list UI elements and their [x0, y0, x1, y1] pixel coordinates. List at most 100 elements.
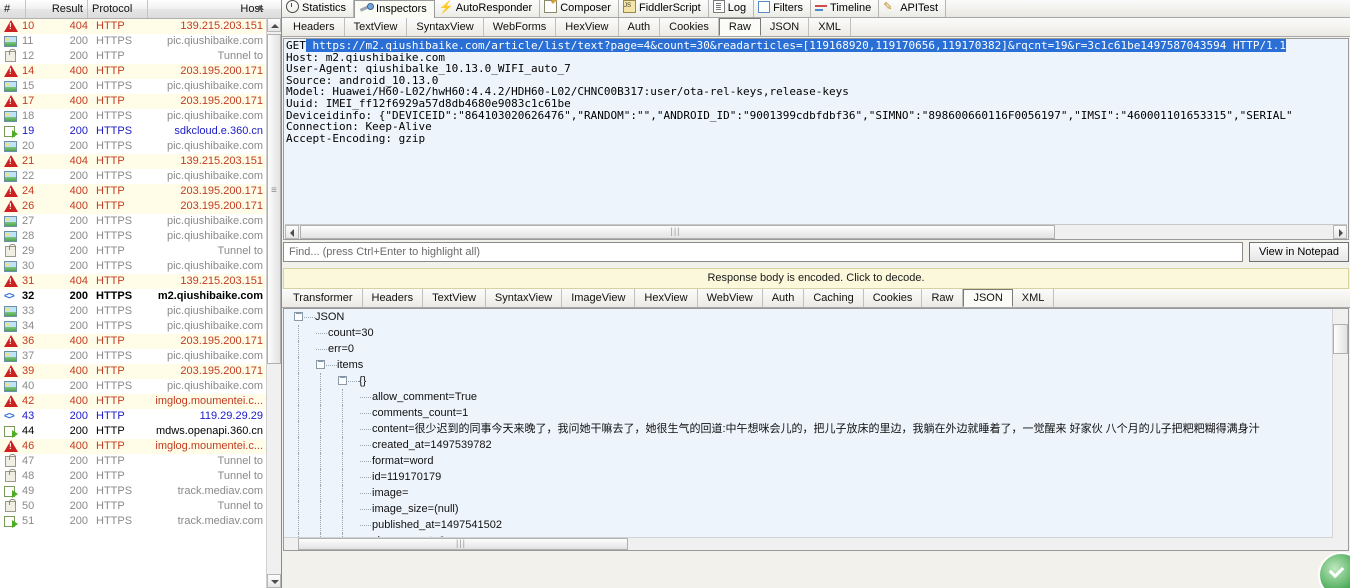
- request-tab-raw[interactable]: Raw: [718, 18, 761, 36]
- tab-log[interactable]: Log: [708, 0, 755, 17]
- table-row[interactable]: 18 200 HTTPS pic.qiushibaike.com: [0, 109, 267, 124]
- session-scroll-thumb[interactable]: [267, 34, 281, 364]
- table-row[interactable]: 19 200 HTTPS sdkcloud.e.360.cn: [0, 124, 267, 139]
- table-row[interactable]: 22 200 HTTPS pic.qiushibaike.com: [0, 169, 267, 184]
- tab-filters[interactable]: Filters: [754, 0, 812, 17]
- table-row[interactable]: 37 200 HTTPS pic.qiushibaike.com: [0, 349, 267, 364]
- table-row[interactable]: 28 200 HTTPS pic.qiushibaike.com: [0, 229, 267, 244]
- request-tab-syntaxview[interactable]: SyntaxView: [407, 18, 484, 36]
- table-row[interactable]: 33 200 HTTPS pic.qiushibaike.com: [0, 304, 267, 319]
- json-hscrollbar[interactable]: [284, 537, 1333, 550]
- table-row[interactable]: 31404HTTP139.215.203.151: [0, 274, 267, 289]
- response-tab-syntaxview[interactable]: SyntaxView: [486, 289, 563, 307]
- request-tab-cookies[interactable]: Cookies: [660, 18, 719, 36]
- response-tab-caching[interactable]: Caching: [804, 289, 864, 307]
- json-tree[interactable]: JSON count=30 err=0 items {} allow_comment=Tr…: [284, 309, 1333, 538]
- json-tree-node[interactable]: image=: [284, 485, 1333, 501]
- json-tree-node[interactable]: id=119170179: [284, 469, 1333, 485]
- table-row[interactable]: 15 200 HTTPS pic.qiushibaike.com: [0, 79, 267, 94]
- table-row[interactable]: 11 200 HTTPS pic.qiushibaike.com: [0, 34, 267, 49]
- table-row[interactable]: <> 43 200 HTTP 119.29.29.29: [0, 409, 267, 424]
- tree-collapse-icon[interactable]: [294, 309, 303, 321]
- tab-timeline[interactable]: Timeline: [811, 0, 880, 17]
- table-row[interactable]: 51 200 HTTPS track.mediav.com: [0, 514, 267, 529]
- table-row[interactable]: 27 200 HTTPS pic.qiushibaike.com: [0, 214, 267, 229]
- request-tab-textview[interactable]: TextView: [345, 18, 408, 36]
- table-row[interactable]: 24400HTTP203.195.200.171: [0, 184, 267, 199]
- tree-collapse-icon[interactable]: [338, 373, 347, 385]
- session-list-scrollbar[interactable]: [266, 18, 281, 588]
- tree-collapse-icon[interactable]: [316, 357, 325, 369]
- response-tab-json[interactable]: JSON: [963, 289, 1013, 307]
- table-row[interactable]: 21404HTTP139.215.203.151: [0, 154, 267, 169]
- request-tab-json[interactable]: JSON: [761, 18, 810, 36]
- scroll-left-icon[interactable]: [285, 225, 299, 239]
- request-tab-auth[interactable]: Auth: [619, 18, 661, 36]
- main-tabstrip[interactable]: Statistics Inspectors AutoResponder Compose…: [282, 0, 1350, 18]
- tab-statistics[interactable]: Statistics: [282, 0, 355, 17]
- json-tree-node[interactable]: {}: [284, 373, 1333, 389]
- scroll-down-icon[interactable]: [267, 574, 281, 588]
- json-tree-node[interactable]: comments_count=1: [284, 405, 1333, 421]
- table-row[interactable]: 29 200 HTTP Tunnel to: [0, 244, 267, 259]
- table-row[interactable]: 47 200 HTTP Tunnel to: [0, 454, 267, 469]
- request-tab-hexview[interactable]: HexView: [556, 18, 619, 36]
- tab-inspectors[interactable]: Inspectors: [354, 0, 435, 18]
- table-row[interactable]: 20 200 HTTPS pic.qiushibaike.com: [0, 139, 267, 154]
- json-tree-node[interactable]: JSON: [284, 309, 1333, 325]
- response-encoded-notice[interactable]: Response body is encoded. Click to decod…: [283, 268, 1349, 289]
- json-tree-node[interactable]: created_at=1497539782: [284, 437, 1333, 453]
- tab-fiddlerscript[interactable]: FiddlerScript: [618, 0, 709, 17]
- find-input[interactable]: Find... (press Ctrl+Enter to highlight a…: [283, 242, 1243, 262]
- table-row[interactable]: 50 200 HTTP Tunnel to: [0, 499, 267, 514]
- json-tree-node[interactable]: format=word: [284, 453, 1333, 469]
- json-hscroll-thumb[interactable]: [298, 538, 628, 550]
- table-row[interactable]: 46400HTTPimglog.moumentei.c...: [0, 439, 267, 454]
- tab-composer[interactable]: Composer: [540, 0, 619, 17]
- request-tab-headers[interactable]: Headers: [284, 18, 345, 36]
- json-vscroll-thumb[interactable]: [1333, 324, 1348, 354]
- column-header-number[interactable]: #: [0, 0, 26, 18]
- response-tab-cookies[interactable]: Cookies: [864, 289, 923, 307]
- session-list-panel[interactable]: # Result Protocol Host 10404HTTP139.215.…: [0, 0, 282, 588]
- table-row[interactable]: 34 200 HTTPS pic.qiushibaike.com: [0, 319, 267, 334]
- table-row[interactable]: 30 200 HTTPS pic.qiushibaike.com: [0, 259, 267, 274]
- response-tab-imageview[interactable]: ImageView: [562, 289, 636, 307]
- tab-autoresponder[interactable]: AutoResponder: [434, 0, 541, 17]
- response-tab-xml[interactable]: XML: [1013, 289, 1055, 307]
- request-hscrollbar[interactable]: [285, 224, 1347, 239]
- request-tabstrip[interactable]: Headers TextView SyntaxView WebForms HexView…: [282, 18, 1350, 37]
- response-tab-hexview[interactable]: HexView: [635, 289, 698, 307]
- table-row[interactable]: 48 200 HTTP Tunnel to: [0, 469, 267, 484]
- request-tab-webforms[interactable]: WebForms: [484, 18, 557, 36]
- response-tab-auth[interactable]: Auth: [763, 289, 805, 307]
- json-tree-node[interactable]: err=0: [284, 341, 1333, 357]
- table-row[interactable]: 10404HTTP139.215.203.151: [0, 19, 267, 34]
- response-tab-raw[interactable]: Raw: [922, 289, 964, 307]
- response-tabstrip[interactable]: Transformer Headers TextView SyntaxView Imag…: [282, 289, 1350, 308]
- json-tree-node[interactable]: published_at=1497541502: [284, 517, 1333, 533]
- json-vscrollbar[interactable]: [1332, 309, 1348, 550]
- table-row[interactable]: 26400HTTP203.195.200.171: [0, 199, 267, 214]
- column-header-protocol[interactable]: Protocol: [88, 0, 148, 18]
- view-in-notepad-button[interactable]: View in Notepad: [1249, 242, 1349, 262]
- table-row[interactable]: 12 200 HTTP Tunnel to: [0, 49, 267, 64]
- scroll-right-icon[interactable]: [1333, 225, 1347, 239]
- response-json-pane[interactable]: JSON count=30 err=0 items {} allow_comment=Tr…: [283, 308, 1349, 551]
- session-rows[interactable]: 10404HTTP139.215.203.15111200HTTPSpic.qi…: [0, 19, 267, 588]
- column-header-result[interactable]: Result: [26, 0, 88, 18]
- json-tree-node[interactable]: items: [284, 357, 1333, 373]
- table-row[interactable]: 36400HTTP203.195.200.171: [0, 334, 267, 349]
- table-row[interactable]: 40 200 HTTPS pic.qiushibaike.com: [0, 379, 267, 394]
- response-tab-headers[interactable]: Headers: [363, 289, 424, 307]
- json-tree-node[interactable]: image_size=(null): [284, 501, 1333, 517]
- json-tree-node[interactable]: content=很少迟到的同事今天来晚了，我问她干嘛去了，她很生气的回道:中午想…: [284, 421, 1333, 437]
- table-row[interactable]: 14400HTTP203.195.200.171: [0, 64, 267, 79]
- request-tab-xml[interactable]: XML: [809, 18, 851, 36]
- json-tree-node[interactable]: count=30: [284, 325, 1333, 341]
- table-row[interactable]: 39400HTTP203.195.200.171: [0, 364, 267, 379]
- response-tab-textview[interactable]: TextView: [423, 289, 486, 307]
- response-tab-webview[interactable]: WebView: [698, 289, 763, 307]
- request-hscroll-thumb[interactable]: [300, 225, 1055, 239]
- tab-apitest[interactable]: APITest: [879, 0, 947, 17]
